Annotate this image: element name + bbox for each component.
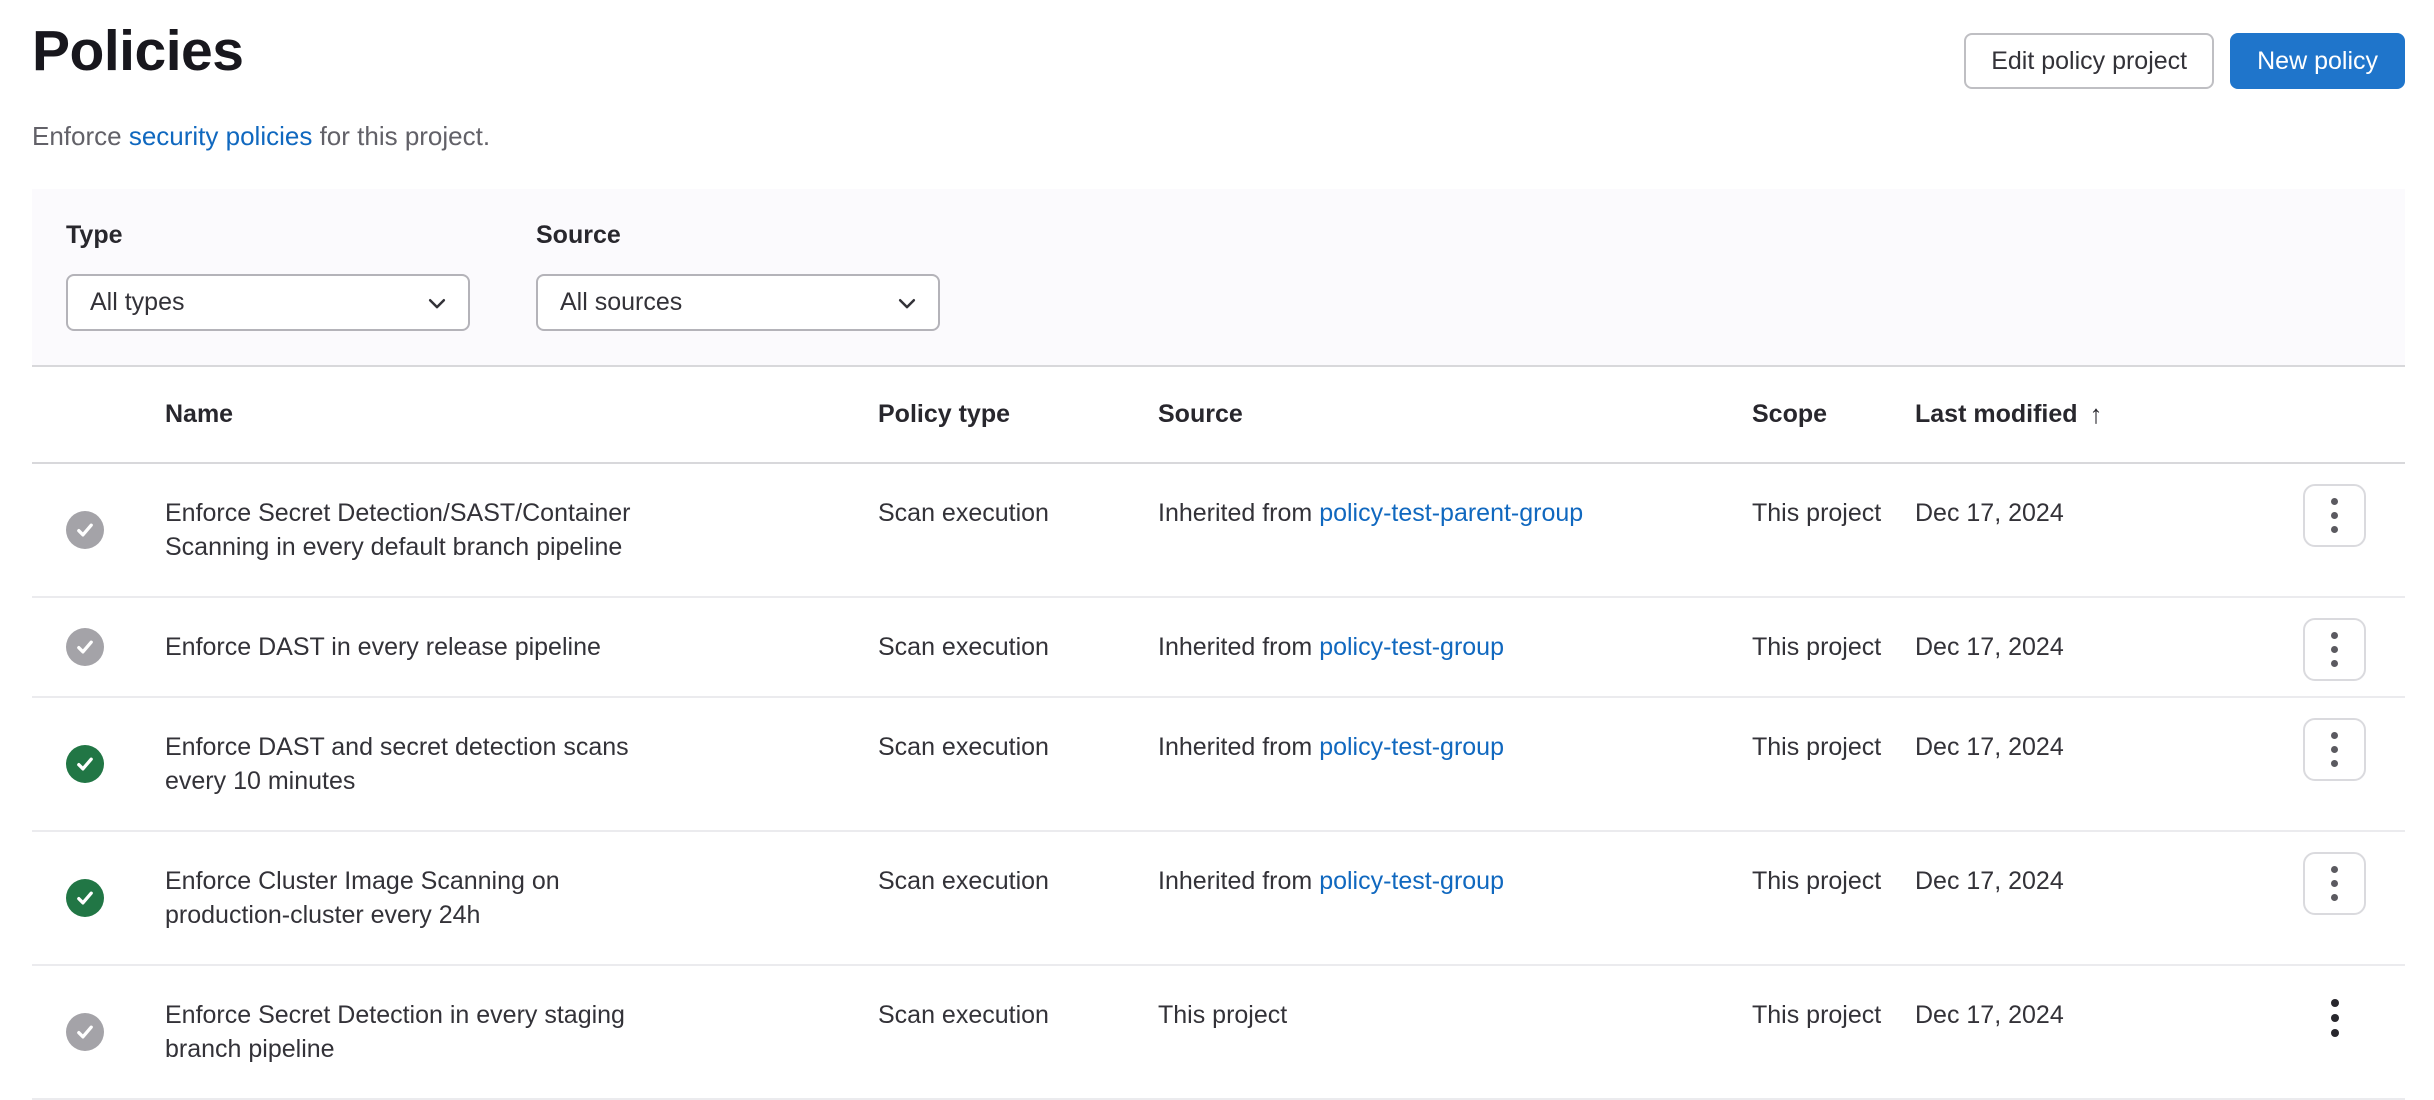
policy-type-cell: Scan execution [878,464,1158,596]
policy-type-cell: Scan execution [878,598,1158,696]
source-text: Inherited from [1158,733,1319,761]
table-row[interactable]: Enforce DAST in every release pipeline S… [32,598,2405,698]
policy-source-cell: Inherited from policy-test-group [1158,598,1752,696]
source-text: Inherited from [1158,499,1319,527]
policy-name-cell: Enforce Secret Detection/SAST/Container … [165,464,878,596]
column-header-last-modified[interactable]: Last modified ↑ [1915,367,2303,462]
type-filter-select[interactable]: All types [66,274,470,331]
ellipsis-vertical-icon[interactable] [2303,718,2366,781]
policies-table-header: Name Policy type Source Scope Last modif… [32,367,2405,464]
policy-type-cell: Scan execution [878,698,1158,830]
edit-policy-project-button[interactable]: Edit policy project [1964,33,2214,89]
policy-name-cell: Enforce Secret Detection in every stagin… [165,966,878,1098]
ellipsis-vertical-icon[interactable] [2303,986,2366,1049]
policy-source-cell: This project [1158,966,1752,1098]
check-circle-icon [66,745,104,783]
policy-scope-cell: This project [1752,698,1915,830]
security-policies-link[interactable]: security policies [129,121,313,151]
policy-source-cell: Inherited from policy-test-group [1158,832,1752,964]
policy-name: Enforce Secret Detection/SAST/Container … [165,496,680,564]
page-title: Policies [32,18,243,84]
policy-actions-cell [2303,464,2405,596]
policy-status-cell [32,464,165,596]
column-header-policy-type: Policy type [878,367,1158,462]
policy-name: Enforce Secret Detection in every stagin… [165,998,680,1066]
filter-source: Source All sources [536,219,940,331]
policy-last-modified-cell: Dec 17, 2024 [1915,966,2303,1098]
policy-name: Enforce DAST and secret detection scans … [165,730,680,798]
check-circle-icon [66,628,104,666]
filter-type: Type All types [66,219,470,331]
page-header: Policies Edit policy project New policy [32,18,2405,89]
table-row[interactable]: Enforce Secret Detection/SAST/Container … [32,464,2405,598]
chevron-down-icon [896,292,918,314]
policy-actions-cell [2303,698,2405,830]
table-row[interactable]: Enforce Cluster Image Scanning on produc… [32,832,2405,966]
source-group-link[interactable]: policy-test-parent-group [1319,499,1583,527]
policy-scope-cell: This project [1752,464,1915,596]
policy-scope-cell: This project [1752,966,1915,1098]
policy-actions-cell [2303,598,2405,696]
source-filter-label: Source [536,219,940,252]
policy-last-modified-cell: Dec 17, 2024 [1915,598,2303,696]
policy-name: Enforce DAST in every release pipeline [165,630,601,664]
filter-bar: Type All types Source All sources [32,189,2405,367]
subtitle-suffix: for this project. [312,121,490,151]
source-group-link[interactable]: policy-test-group [1319,867,1504,895]
policy-status-cell [32,598,165,696]
ellipsis-vertical-icon[interactable] [2303,852,2366,915]
ellipsis-vertical-icon[interactable] [2303,618,2366,681]
policy-status-cell [32,698,165,830]
policy-last-modified-cell: Dec 17, 2024 [1915,832,2303,964]
policies-table-body: Enforce Secret Detection/SAST/Container … [32,464,2405,1100]
subtitle-prefix: Enforce [32,121,129,151]
policy-type-cell: Scan execution [878,966,1158,1098]
check-circle-icon [66,1013,104,1051]
policy-actions-cell [2303,966,2405,1098]
new-policy-button[interactable]: New policy [2230,33,2405,89]
policy-name-cell: Enforce DAST and secret detection scans … [165,698,878,830]
policy-source-cell: Inherited from policy-test-parent-group [1158,464,1752,596]
policy-name-cell: Enforce Cluster Image Scanning on produc… [165,832,878,964]
policy-actions-cell [2303,832,2405,964]
policy-type-cell: Scan execution [878,832,1158,964]
policy-scope-cell: This project [1752,832,1915,964]
header-actions: Edit policy project New policy [1964,33,2405,89]
source-group-link[interactable]: policy-test-group [1319,733,1504,761]
column-header-scope: Scope [1752,367,1915,462]
policy-name: Enforce Cluster Image Scanning on produc… [165,864,680,932]
source-text: Inherited from [1158,867,1319,895]
source-filter-select[interactable]: All sources [536,274,940,331]
source-group-link[interactable]: policy-test-group [1319,633,1504,661]
policy-last-modified-cell: Dec 17, 2024 [1915,698,2303,830]
source-text: Inherited from [1158,633,1319,661]
page-subtitle: Enforce security policies for this proje… [32,120,2405,153]
policy-last-modified-cell: Dec 17, 2024 [1915,464,2303,596]
header-spacer [32,367,165,462]
check-circle-icon [66,879,104,917]
source-filter-value: All sources [560,288,682,317]
table-row[interactable]: Enforce DAST and secret detection scans … [32,698,2405,832]
check-circle-icon [66,511,104,549]
policy-status-cell [32,832,165,964]
policy-name-cell: Enforce DAST in every release pipeline [165,598,878,696]
policy-scope-cell: This project [1752,598,1915,696]
table-row[interactable]: Enforce Secret Detection in every stagin… [32,966,2405,1100]
type-filter-value: All types [90,288,184,317]
sort-ascending-arrow-icon: ↑ [2090,398,2103,431]
type-filter-label: Type [66,219,470,252]
ellipsis-vertical-icon[interactable] [2303,484,2366,547]
source-text: This project [1158,1001,1287,1029]
policy-status-cell [32,966,165,1098]
header-actions-spacer [2303,367,2405,462]
policy-source-cell: Inherited from policy-test-group [1158,698,1752,830]
column-header-source: Source [1158,367,1752,462]
policies-page: Policies Edit policy project New policy … [0,0,2434,1100]
chevron-down-icon [426,292,448,314]
column-header-name: Name [165,367,878,462]
